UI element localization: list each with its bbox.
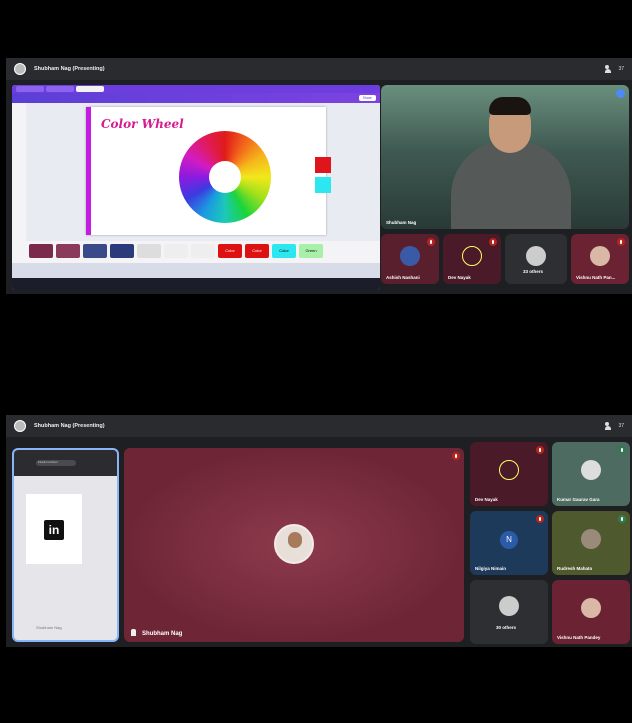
slide-title: Color Wheel xyxy=(101,117,184,131)
others-tile[interactable]: 33 others xyxy=(505,234,567,284)
participant-tile[interactable]: N Nilgiya Nimain xyxy=(470,511,548,575)
phone-url-bar[interactable]: linkedin.com/feed xyxy=(36,460,76,466)
participant-tile[interactable]: Vishnu Nath Pan... xyxy=(571,234,629,284)
speaker-avatar xyxy=(274,524,314,564)
mic-off-icon xyxy=(617,238,625,246)
page-thumbnail[interactable]: Color xyxy=(245,244,269,258)
top-presenting-header: Shubham Nag (Presenting) 37 xyxy=(6,58,632,80)
cyan-swatch xyxy=(315,177,331,193)
participant-name: Vishnu Nath Pandey xyxy=(557,635,601,640)
screen-share-phone[interactable]: linkedin.com/feed in Shubham Nag xyxy=(12,448,119,642)
people-icon xyxy=(605,422,615,430)
participant-tile[interactable]: Ashish Nashani xyxy=(381,234,439,284)
participant-name: Shubham Nag xyxy=(386,220,417,225)
screen-share-canva[interactable]: Share Color Wheel Color Color Color Gree… xyxy=(12,85,380,290)
others-count: 30 others xyxy=(496,625,517,630)
page-thumbnail[interactable] xyxy=(83,244,107,258)
participant-initial-avatar: N xyxy=(500,531,518,549)
mic-off-icon xyxy=(452,452,460,460)
mic-off-icon xyxy=(536,446,544,454)
canva-page-strip: Color Color Color Green xyxy=(26,241,380,263)
people-count: 37 xyxy=(618,66,624,72)
participant-avatar xyxy=(526,246,546,266)
people-icon xyxy=(605,65,615,73)
page-thumbnail[interactable]: Color xyxy=(218,244,242,258)
mic-on-icon xyxy=(618,515,626,523)
mic-off-icon xyxy=(536,515,544,523)
page-thumbnail[interactable] xyxy=(164,244,188,258)
participant-tile[interactable]: Dev Nayak xyxy=(470,442,548,506)
slide-canvas[interactable]: Color Wheel xyxy=(86,107,331,235)
participant-avatar xyxy=(590,246,610,266)
browser-tab-bar xyxy=(12,85,380,93)
page-thumbnail[interactable]: Green xyxy=(299,244,323,258)
browser-tab[interactable] xyxy=(16,86,44,92)
page-thumbnail[interactable] xyxy=(191,244,215,258)
speaking-indicator-icon xyxy=(616,89,625,98)
speaker-name: Shubham Nag xyxy=(142,631,183,637)
participant-name: Rudresh Mahato xyxy=(557,566,593,571)
person-hair xyxy=(489,97,531,115)
canva-workspace: Color Wheel xyxy=(26,103,380,263)
participant-name: Ashish Nashani xyxy=(386,275,420,280)
participant-avatar xyxy=(499,460,519,480)
participant-avatar xyxy=(581,529,601,549)
windows-taskbar xyxy=(12,278,380,290)
top-meeting-panel: Shubham Nag (Presenting) 37 Share Color … xyxy=(6,58,632,294)
participants-button[interactable]: 37 xyxy=(605,65,624,73)
participant-avatar xyxy=(400,246,420,266)
others-tile[interactable]: 30 others xyxy=(470,580,548,644)
others-count: 33 others xyxy=(523,269,544,274)
pin-icon[interactable] xyxy=(131,629,136,636)
linkedin-card: in xyxy=(26,494,82,564)
bottom-presenting-header: Shubham Nag (Presenting) 37 xyxy=(6,415,632,437)
browser-tab[interactable] xyxy=(46,86,74,92)
page-thumbnail[interactable]: Color xyxy=(272,244,296,258)
page-thumbnail[interactable] xyxy=(29,244,53,258)
main-speaker-tile[interactable]: Shubham Nag xyxy=(124,448,464,642)
presenting-title: Shubham Nag (Presenting) xyxy=(34,66,105,72)
participant-avatar xyxy=(581,598,601,618)
color-wheel-graphic xyxy=(179,131,271,223)
participant-name: Vishnu Nath Pan... xyxy=(576,275,616,280)
bottom-meeting-panel: Shubham Nag (Presenting) 37 linkedin.com… xyxy=(6,415,632,647)
canva-side-panel xyxy=(12,103,26,263)
page-thumbnail[interactable] xyxy=(56,244,80,258)
mic-on-icon xyxy=(618,446,626,454)
page-thumbnail[interactable] xyxy=(110,244,134,258)
participant-avatar xyxy=(462,246,482,266)
participant-name: Kumar Gaurav Gara xyxy=(557,497,600,502)
page-thumbnail[interactable] xyxy=(137,244,161,258)
participant-tile-main[interactable]: Shubham Nag xyxy=(381,85,629,229)
participant-tile[interactable]: Dev Nayak xyxy=(443,234,501,284)
participant-name: Dev Nayak xyxy=(475,497,498,502)
people-count: 37 xyxy=(618,423,624,429)
participant-name: Dev Nayak xyxy=(448,275,471,280)
participant-tile[interactable]: Vishnu Nath Pandey xyxy=(552,580,630,644)
participants-button[interactable]: 37 xyxy=(605,422,624,430)
browser-tab-active[interactable] xyxy=(76,86,104,92)
mic-off-icon xyxy=(489,238,497,246)
linkedin-logo-icon: in xyxy=(44,520,64,540)
mic-off-icon xyxy=(427,238,435,246)
participant-tile[interactable]: Kumar Gaurav Gara xyxy=(552,442,630,506)
phone-caption: Shubham Nag xyxy=(36,625,62,630)
participant-avatar xyxy=(581,460,601,480)
person-video xyxy=(451,141,571,229)
participant-name: Nilgiya Nimain xyxy=(475,566,507,571)
red-swatch xyxy=(315,157,331,173)
participant-avatar xyxy=(499,596,519,616)
presenter-avatar xyxy=(14,63,26,75)
presenter-avatar xyxy=(14,420,26,432)
presenting-title: Shubham Nag (Presenting) xyxy=(34,423,105,429)
participant-tile[interactable]: Rudresh Mahato xyxy=(552,511,630,575)
canva-share-button[interactable]: Share xyxy=(358,95,376,101)
canva-toolbar: Share xyxy=(12,93,380,103)
